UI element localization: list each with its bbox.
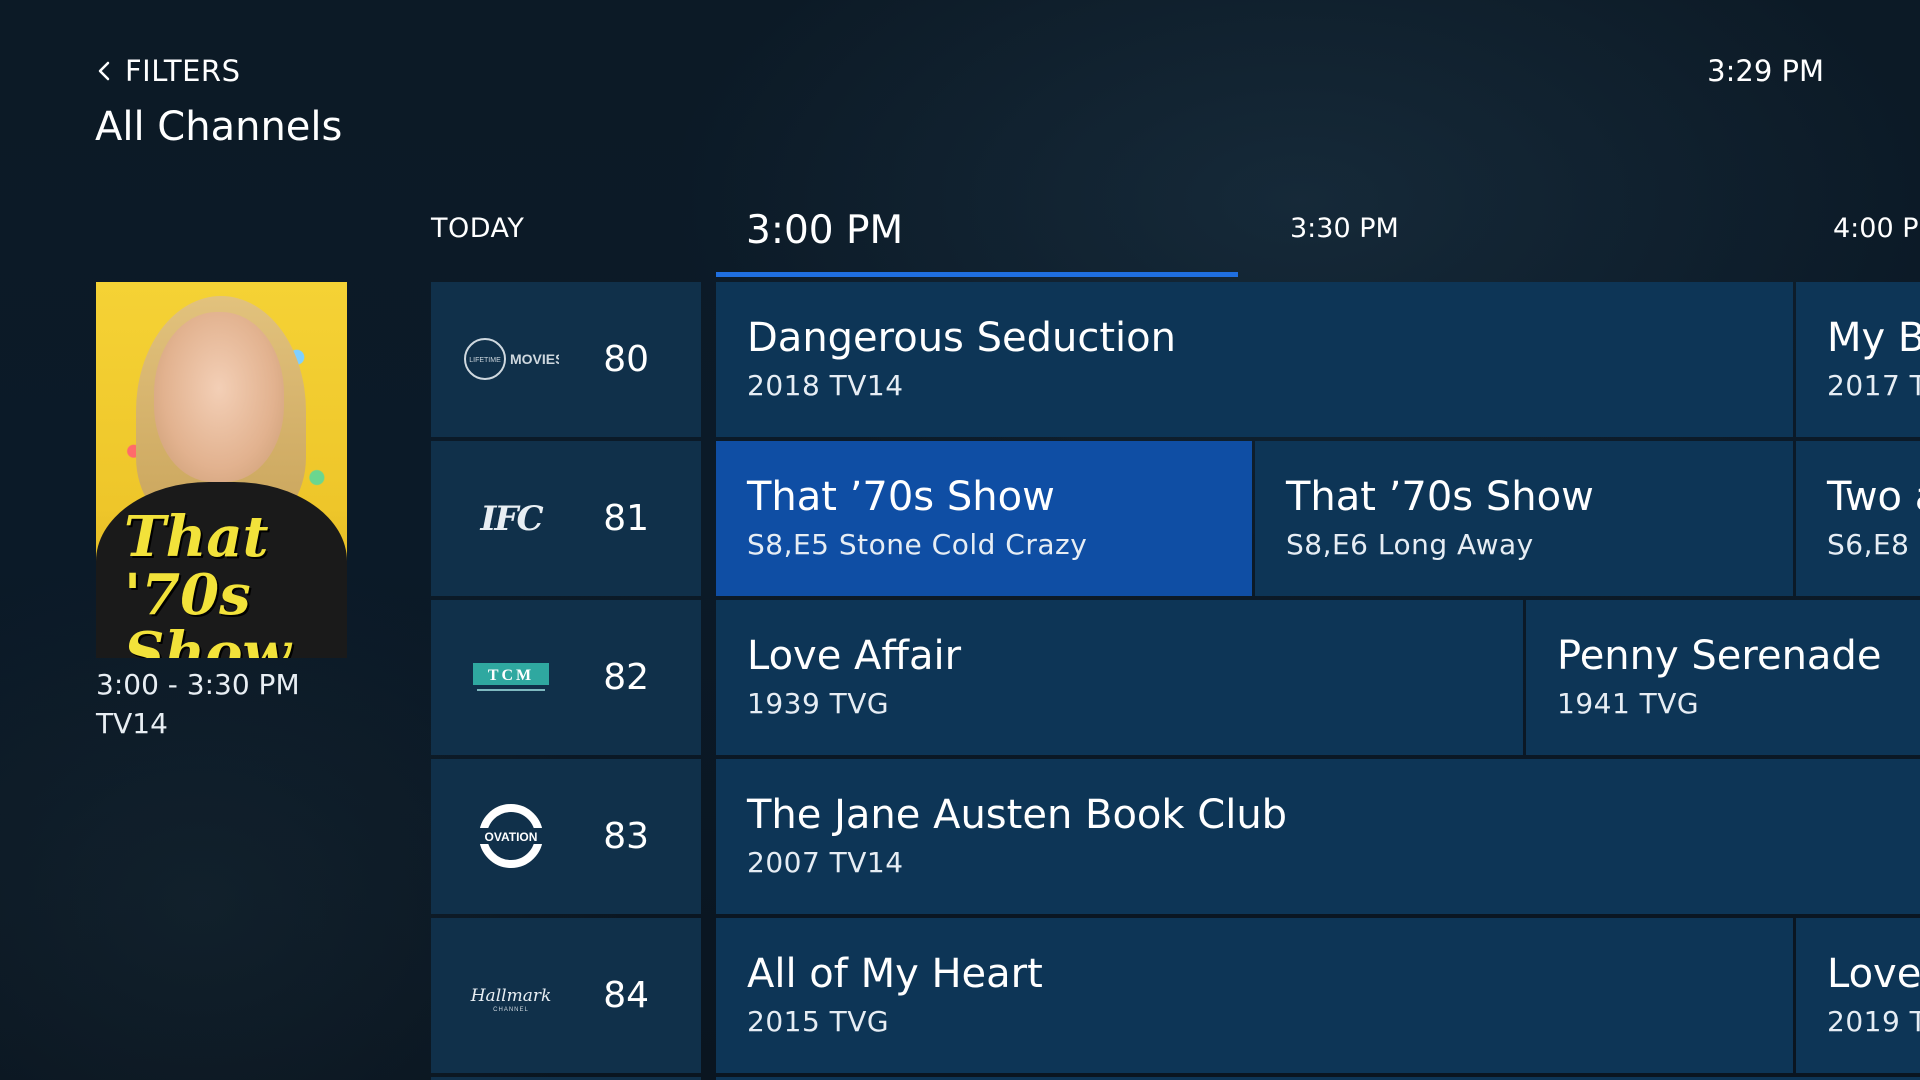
program-cell[interactable]: The Jane Austen Book Club 2007 TV14 (716, 759, 1920, 914)
channel-row: IFC 81 That ’70s Show S8,E5 Stone Cold C… (431, 441, 1920, 596)
program-title: My B (1827, 315, 1920, 361)
channel-number: 84 (603, 975, 649, 1016)
program-subtitle: 1939 TVG (747, 687, 890, 720)
channel-cell[interactable]: OVATION 83 (431, 759, 701, 914)
program-title: Penny Serenade (1557, 633, 1882, 679)
program-cell-focused[interactable]: That ’70s Show S8,E5 Stone Cold Crazy (716, 441, 1252, 596)
channel-number: 81 (603, 498, 649, 539)
program-subtitle: 2018 TV14 (747, 369, 904, 402)
program-rating: TV14 (96, 707, 168, 740)
program-title: That ’70s Show (1286, 474, 1594, 520)
program-title: Dangerous Seduction (747, 315, 1176, 361)
program-time-range: 3:00 - 3:30 PM (96, 668, 300, 701)
program-subtitle: S6,E8 I (1827, 528, 1920, 561)
program-title: Two a (1827, 474, 1920, 520)
time-slot-current: 3:00 PM (746, 208, 904, 253)
tcm-logo-icon: TCM (461, 642, 561, 712)
program-cell[interactable]: All of My Heart 2015 TVG (716, 918, 1793, 1073)
time-slot: 4:00 PM (1833, 213, 1920, 244)
program-title: The Jane Austen Book Club (747, 792, 1288, 838)
svg-text:TCM: TCM (488, 667, 534, 684)
svg-text:LIFETIME: LIFETIME (469, 357, 501, 364)
channel-row: LIFETIME MOVIES 80 Dangerous Seduction 2… (431, 282, 1920, 437)
program-cell[interactable]: Love 2019 T (1796, 918, 1920, 1073)
channel-number: 83 (603, 816, 649, 857)
program-cell[interactable]: Love Affair 1939 TVG (716, 600, 1523, 755)
program-cell[interactable]: Dangerous Seduction 2018 TV14 (716, 282, 1793, 437)
guide-grid: LIFETIME MOVIES 80 Dangerous Seduction 2… (431, 282, 1920, 1080)
program-title: Love Affair (747, 633, 962, 679)
program-subtitle: 2007 TV14 (747, 846, 904, 879)
channel-number: 80 (603, 339, 649, 380)
svg-text:IFC: IFC (479, 499, 543, 539)
program-subtitle: 2017 T (1827, 369, 1920, 402)
ovation-logo-icon: OVATION (461, 801, 561, 871)
channel-row: Hallmark CHANNEL 84 All of My Heart 2015… (431, 918, 1920, 1073)
poster-logo: That '70s Show (124, 504, 291, 658)
channel-row: TCM 82 Love Affair 1939 TVG Penny Serena… (431, 600, 1920, 755)
chevron-left-icon (98, 61, 110, 81)
filters-label: FILTERS (125, 54, 241, 88)
channel-cell[interactable]: TCM 82 (431, 600, 701, 755)
program-cell[interactable]: That ’70s Show S8,E6 Long Away (1255, 441, 1793, 596)
svg-text:OVATION: OVATION (485, 830, 538, 844)
program-cell[interactable]: My B 2017 T (1796, 282, 1920, 437)
program-subtitle: 2015 TVG (747, 1005, 890, 1038)
svg-text:MOVIES: MOVIES (510, 351, 559, 367)
lifetime-movies-logo-icon: LIFETIME MOVIES (461, 324, 561, 394)
program-title: That ’70s Show (747, 474, 1055, 520)
tv-guide-screen: FILTERS All Channels 3:29 PM That '70s S… (0, 0, 1920, 1080)
svg-text:CHANNEL: CHANNEL (493, 1007, 529, 1013)
hallmark-logo-icon: Hallmark CHANNEL (461, 960, 561, 1030)
svg-text:Hallmark: Hallmark (470, 986, 552, 1006)
program-poster: That '70s Show (96, 282, 347, 658)
channel-cell[interactable]: IFC 81 (431, 441, 701, 596)
poster-face (154, 312, 284, 482)
channel-number: 82 (603, 657, 649, 698)
channel-row: OVATION 83 The Jane Austen Book Club 200… (431, 759, 1920, 914)
program-title: All of My Heart (747, 951, 1043, 997)
program-subtitle: S8,E6 Long Away (1286, 528, 1534, 561)
ifc-logo-icon: IFC (461, 483, 561, 553)
program-subtitle: S8,E5 Stone Cold Crazy (747, 528, 1088, 561)
day-label: TODAY (431, 213, 525, 244)
channel-cell[interactable]: LIFETIME MOVIES 80 (431, 282, 701, 437)
program-cell[interactable]: Two a S6,E8 I (1796, 441, 1920, 596)
program-cell[interactable]: Penny Serenade 1941 TVG (1526, 600, 1920, 755)
channel-cell[interactable]: Hallmark CHANNEL 84 (431, 918, 701, 1073)
program-subtitle: 2019 T (1827, 1005, 1920, 1038)
time-slot: 3:30 PM (1290, 213, 1399, 244)
filters-back-button[interactable]: FILTERS (95, 54, 241, 88)
page-title: All Channels (95, 104, 343, 150)
clock: 3:29 PM (1707, 54, 1824, 88)
program-title: Love (1827, 951, 1920, 997)
current-time-indicator (716, 272, 1238, 277)
program-subtitle: 1941 TVG (1557, 687, 1700, 720)
